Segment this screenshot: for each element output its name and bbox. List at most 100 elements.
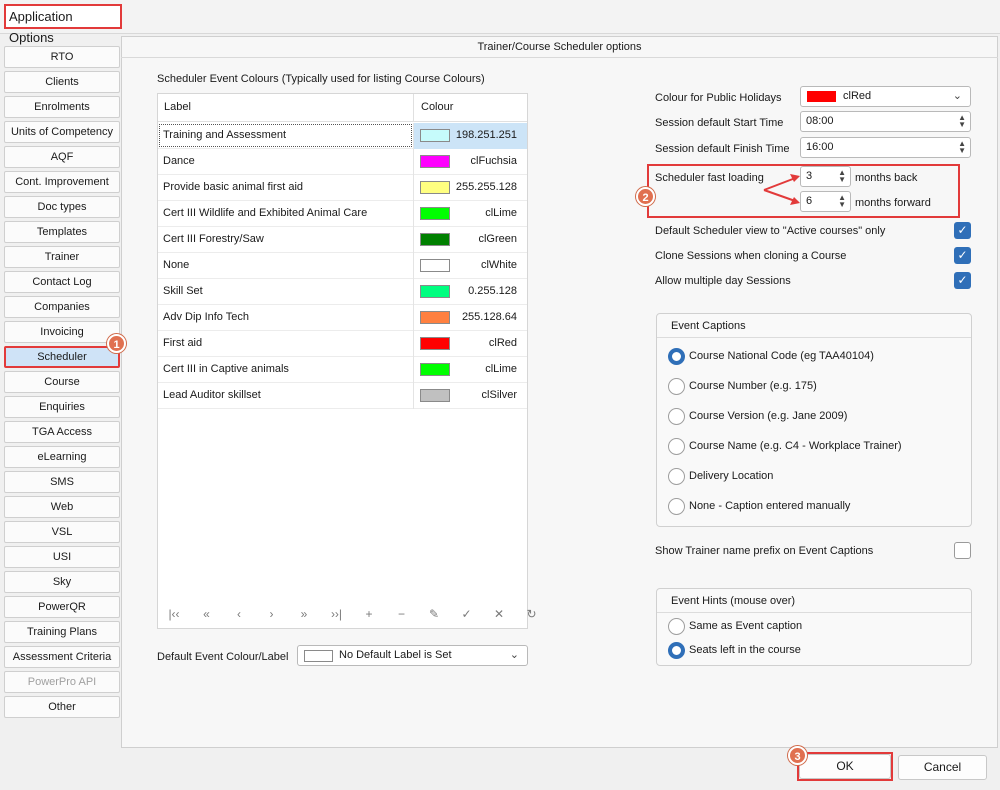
row-label: Dance xyxy=(163,155,195,167)
nav-item-doc-types[interactable]: Doc types xyxy=(4,196,120,218)
nav-item-scheduler[interactable]: Scheduler xyxy=(4,346,120,368)
nav-item-templates[interactable]: Templates xyxy=(4,221,120,243)
table-row[interactable]: First aid clRed xyxy=(158,331,527,357)
next-icon[interactable]: › xyxy=(262,607,282,621)
table-row[interactable]: Lead Auditor skillset clSilver xyxy=(158,383,527,409)
colour-name: clSilver xyxy=(481,389,517,401)
active-courses-label: Default Scheduler view to "Active course… xyxy=(655,225,886,237)
colour-column-header[interactable]: Colour xyxy=(421,101,453,113)
nav-item-sms[interactable]: SMS xyxy=(4,471,120,493)
colour-swatch xyxy=(420,155,450,168)
nav-item-powerqr[interactable]: PowerQR xyxy=(4,596,120,618)
radio-event_captions-1[interactable] xyxy=(668,348,685,365)
cancel-icon[interactable]: ✕ xyxy=(489,607,509,621)
finish-time-field[interactable]: 16:00 ▲ ▼ xyxy=(800,137,971,158)
last-icon[interactable]: ››| xyxy=(327,607,347,621)
nav-item-companies[interactable]: Companies xyxy=(4,296,120,318)
colour-cell[interactable]: clSilver xyxy=(413,383,527,409)
nav-item-vsl[interactable]: VSL xyxy=(4,521,120,543)
row-label: First aid xyxy=(163,337,203,349)
nav-item-units-of-competency[interactable]: Units of Competency xyxy=(4,121,120,143)
nav-item-trainer[interactable]: Trainer xyxy=(4,246,120,268)
prior-icon[interactable]: ‹ xyxy=(229,607,249,621)
finish-time-label: Session default Finish Time xyxy=(655,143,790,155)
colour-cell[interactable]: 198.251.251 xyxy=(413,123,527,149)
table-row[interactable]: Cert III Forestry/Saw clGreen xyxy=(158,227,527,253)
nav-item-training-plans[interactable]: Training Plans xyxy=(4,621,120,643)
label-column-header[interactable]: Label xyxy=(164,101,191,113)
table-row[interactable]: Skill Set 0.255.128 xyxy=(158,279,527,305)
colour-cell[interactable]: clLime xyxy=(413,201,527,227)
nav-item-sky[interactable]: Sky xyxy=(4,571,120,593)
prior-page-icon[interactable]: « xyxy=(197,607,217,621)
post-icon[interactable]: ✓ xyxy=(457,607,477,621)
months-forward-field[interactable]: 6 ▲ ▼ xyxy=(800,191,851,212)
table-row[interactable]: Training and Assessment 198.251.251 xyxy=(158,123,527,149)
nav-item-invoicing[interactable]: Invoicing xyxy=(4,321,120,343)
radio-event_captions-2[interactable] xyxy=(668,378,685,395)
nav-item-enquiries[interactable]: Enquiries xyxy=(4,396,120,418)
table-row[interactable]: Provide basic animal first aid 255.255.12… xyxy=(158,175,527,201)
event-captions-title: Event Captions xyxy=(657,314,971,338)
ok-button[interactable]: OK xyxy=(799,754,891,779)
event_captions-option-label: Course National Code (eg TAA40104) xyxy=(689,350,874,362)
nav-item-rto[interactable]: RTO xyxy=(4,46,120,68)
nav-item-cont-improvement[interactable]: Cont. Improvement xyxy=(4,171,120,193)
cancel-button[interactable]: Cancel xyxy=(898,755,987,780)
first-icon[interactable]: |‹‹ xyxy=(164,607,184,621)
table-row[interactable]: None clWhite xyxy=(158,253,527,279)
colour-cell[interactable]: 0.255.128 xyxy=(413,279,527,305)
radio-event_hints-1[interactable] xyxy=(668,618,685,635)
nav-item-web[interactable]: Web xyxy=(4,496,120,518)
default-colour-value: No Default Label is Set xyxy=(339,649,452,661)
clone-sessions-checkbox[interactable]: ✓ xyxy=(954,247,971,264)
table-row[interactable]: Adv Dip Info Tech 255.128.64 xyxy=(158,305,527,331)
colour-cell[interactable]: 255.128.64 xyxy=(413,305,527,331)
step-badge-3: 3 xyxy=(788,746,807,765)
table-row[interactable]: Cert III in Captive animals clLime xyxy=(158,357,527,383)
active-courses-checkbox[interactable]: ✓ xyxy=(954,222,971,239)
nav-item-assessment-criteria[interactable]: Assessment Criteria xyxy=(4,646,120,668)
public-holidays-colour-select[interactable]: clRed ⌄ xyxy=(800,86,971,107)
default-colour-label: Default Event Colour/Label xyxy=(157,651,289,663)
radio-event_captions-6[interactable] xyxy=(668,498,685,515)
spin-updown-icon[interactable]: ▲ ▼ xyxy=(958,140,966,155)
nav-item-other[interactable]: Other xyxy=(4,696,120,718)
radio-event_captions-4[interactable] xyxy=(668,438,685,455)
refresh-icon[interactable]: ↻ xyxy=(522,607,542,621)
colour-cell[interactable]: clGreen xyxy=(413,227,527,253)
nav-item-usi[interactable]: USI xyxy=(4,546,120,568)
edit-icon[interactable]: ✎ xyxy=(424,607,444,621)
next-page-icon[interactable]: » xyxy=(294,607,314,621)
nav-item-enrolments[interactable]: Enrolments xyxy=(4,96,120,118)
colour-cell[interactable]: clRed xyxy=(413,331,527,357)
start-time-field[interactable]: 08:00 ▲ ▼ xyxy=(800,111,971,132)
radio-event_captions-3[interactable] xyxy=(668,408,685,425)
spin-updown-icon[interactable]: ▲ ▼ xyxy=(838,169,846,184)
spin-updown-icon[interactable]: ▲ ▼ xyxy=(958,114,966,129)
default-colour-select[interactable]: No Default Label is Set ⌄ xyxy=(297,645,528,666)
radio-event_hints-2[interactable] xyxy=(668,642,685,659)
table-row[interactable]: Cert III Wildlife and Exhibited Animal C… xyxy=(158,201,527,227)
nav-item-aqf[interactable]: AQF xyxy=(4,146,120,168)
colour-swatch xyxy=(420,363,450,376)
colour-cell[interactable]: clFuchsia xyxy=(413,149,527,175)
insert-icon[interactable]: + xyxy=(359,607,379,621)
nav-item-tga-access[interactable]: TGA Access xyxy=(4,421,120,443)
nav-item-contact-log[interactable]: Contact Log xyxy=(4,271,120,293)
colour-cell[interactable]: clWhite xyxy=(413,253,527,279)
radio-event_captions-5[interactable] xyxy=(668,468,685,485)
event_captions-option-label: Course Number (e.g. 175) xyxy=(689,380,817,392)
delete-icon[interactable]: − xyxy=(392,607,412,621)
nav-item-course[interactable]: Course xyxy=(4,371,120,393)
nav-item-clients[interactable]: Clients xyxy=(4,71,120,93)
months-back-field[interactable]: 3 ▲ ▼ xyxy=(800,166,851,187)
colour-cell[interactable]: 255.255.128 xyxy=(413,175,527,201)
trainer-prefix-checkbox[interactable] xyxy=(954,542,971,559)
spin-updown-icon[interactable]: ▲ ▼ xyxy=(838,194,846,209)
multiple-day-checkbox[interactable]: ✓ xyxy=(954,272,971,289)
table-row[interactable]: Dance clFuchsia xyxy=(158,149,527,175)
colour-name: clLime xyxy=(485,207,517,219)
colour-cell[interactable]: clLime xyxy=(413,357,527,383)
nav-item-elearning[interactable]: eLearning xyxy=(4,446,120,468)
